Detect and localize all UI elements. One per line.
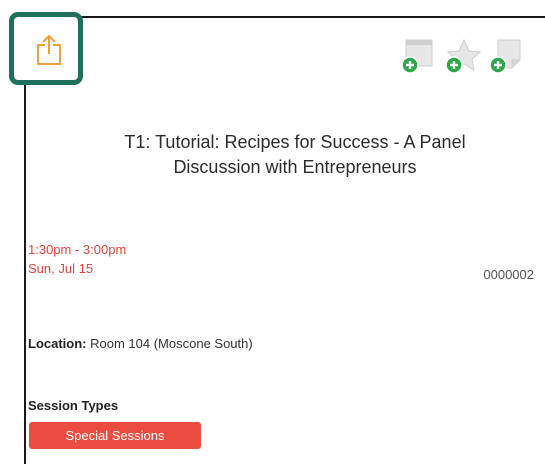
add-note-icon[interactable] [486, 38, 526, 78]
add-to-schedule-icon[interactable] [398, 38, 438, 78]
session-time-range: 1:30pm - 3:00pm [28, 242, 127, 257]
share-button[interactable] [9, 12, 83, 85]
session-title-line-1: T1: Tutorial: Recipes for Success - A Pa… [124, 132, 466, 152]
session-code: 0000002 [483, 267, 534, 282]
session-type-badge[interactable]: Special Sessions [29, 422, 201, 449]
session-location: Location: Room 104 (Moscone South) [28, 336, 253, 351]
location-label: Location: [28, 336, 87, 351]
add-favorite-icon[interactable] [442, 38, 482, 78]
session-title: T1: Tutorial: Recipes for Success - A Pa… [60, 130, 530, 180]
session-title-line-2: Discussion with Entrepreneurs [173, 157, 417, 177]
session-time: 1:30pm - 3:00pm Sun, Jul 15 [28, 240, 126, 278]
session-date: Sun, Jul 15 [28, 261, 94, 276]
location-value: Room 104 (Moscone South) [90, 336, 253, 351]
session-types-label: Session Types [28, 398, 119, 413]
share-icon [37, 34, 61, 65]
